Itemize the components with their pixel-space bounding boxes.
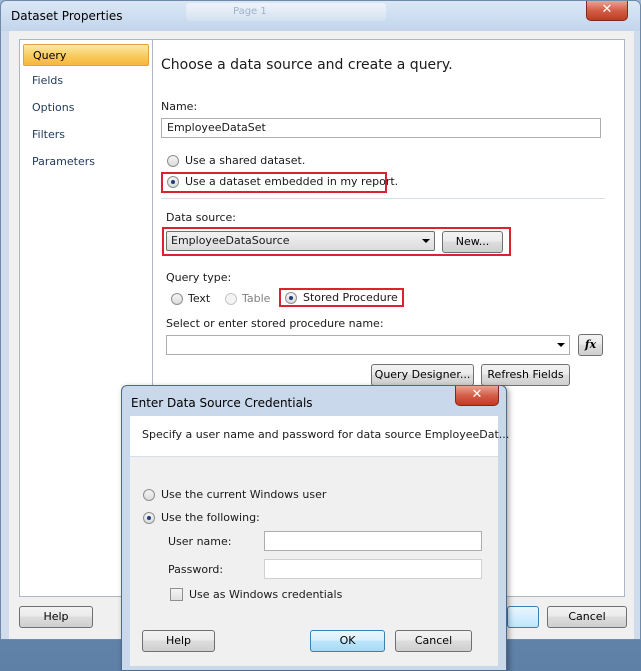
credentials-cancel-button[interactable]: Cancel — [395, 630, 472, 652]
close-button[interactable]: ✕ — [586, 1, 628, 21]
windows-credentials-label: Use as Windows credentials — [189, 588, 343, 601]
query-designer-button[interactable]: Query Designer... — [371, 364, 474, 386]
data-source-value: EmployeeDataSource — [171, 234, 290, 247]
background-tab-text: Page 1 — [233, 6, 267, 17]
password-label: Password: — [168, 563, 224, 576]
query-type-text-label: Text — [188, 292, 211, 305]
query-type-stored-procedure-radio[interactable] — [285, 292, 297, 304]
new-data-source-button[interactable]: New... — [442, 231, 503, 253]
expression-button[interactable]: fx — [578, 334, 603, 356]
chevron-down-icon — [557, 343, 565, 347]
refresh-fields-button[interactable]: Refresh Fields — [481, 364, 570, 386]
credentials-close-button[interactable]: ✕ — [455, 386, 499, 406]
embedded-dataset-radio[interactable] — [167, 176, 179, 188]
stored-procedure-dropdown[interactable] — [166, 335, 570, 355]
embedded-dataset-label: Use a dataset embedded in my report. — [185, 175, 399, 188]
background-tab-ghost — [186, 3, 386, 21]
nav-item-filters[interactable]: Filters — [23, 124, 149, 146]
nav-item-fields[interactable]: Fields — [23, 70, 149, 92]
nav-item-parameters[interactable]: Parameters — [23, 151, 149, 173]
nav-item-options[interactable]: Options — [23, 97, 149, 119]
close-icon: ✕ — [471, 387, 483, 402]
credentials-dialog: Enter Data Source Credentials ✕ Specify … — [121, 385, 509, 671]
use-following-radio[interactable] — [143, 512, 155, 524]
credentials-help-button[interactable]: Help — [142, 630, 215, 652]
credentials-ok-button[interactable]: OK — [310, 630, 385, 652]
query-type-stored-procedure-label: Stored Procedure — [303, 291, 398, 304]
query-type-table-label: Table — [242, 292, 271, 305]
name-label: Name: — [161, 100, 198, 113]
chevron-down-icon — [422, 239, 430, 243]
user-name-input[interactable] — [264, 531, 482, 551]
shared-dataset-radio[interactable] — [167, 155, 179, 167]
credentials-description-area: Specify a user name and password for dat… — [130, 416, 509, 457]
cancel-button[interactable]: Cancel — [547, 606, 627, 628]
credentials-description: Specify a user name and password for dat… — [142, 428, 510, 441]
credentials-dialog-title: Enter Data Source Credentials — [131, 396, 313, 410]
data-source-label: Data source: — [166, 211, 236, 224]
use-windows-user-radio[interactable] — [143, 489, 155, 501]
user-name-label: User name: — [168, 535, 232, 548]
section-separator — [161, 198, 605, 199]
nav-item-query[interactable]: Query — [23, 44, 149, 66]
shared-dataset-label: Use a shared dataset. — [185, 154, 306, 167]
windows-credentials-checkbox[interactable] — [170, 588, 183, 601]
use-windows-user-label: Use the current Windows user — [161, 488, 327, 501]
dialog-title: Dataset Properties — [11, 9, 123, 23]
credentials-dialog-body: Specify a user name and password for dat… — [130, 416, 509, 666]
name-input[interactable]: EmployeeDataSet — [161, 118, 601, 138]
use-following-label: Use the following: — [161, 511, 260, 524]
password-input[interactable] — [264, 559, 482, 579]
page-heading: Choose a data source and create a query. — [161, 57, 453, 73]
fx-icon: fx — [584, 338, 597, 351]
dialog-titlebar[interactable]: Page 1 Dataset Properties ✕ — [1, 1, 640, 31]
query-type-text-radio[interactable] — [171, 293, 183, 305]
query-type-label: Query type: — [166, 271, 232, 284]
query-type-table-radio[interactable] — [225, 293, 237, 305]
close-icon: ✕ — [601, 2, 613, 17]
help-button[interactable]: Help — [19, 606, 93, 628]
data-source-dropdown[interactable]: EmployeeDataSource — [166, 231, 435, 251]
ok-button-partial[interactable] — [507, 606, 539, 628]
stored-procedure-name-label: Select or enter stored procedure name: — [166, 317, 384, 330]
